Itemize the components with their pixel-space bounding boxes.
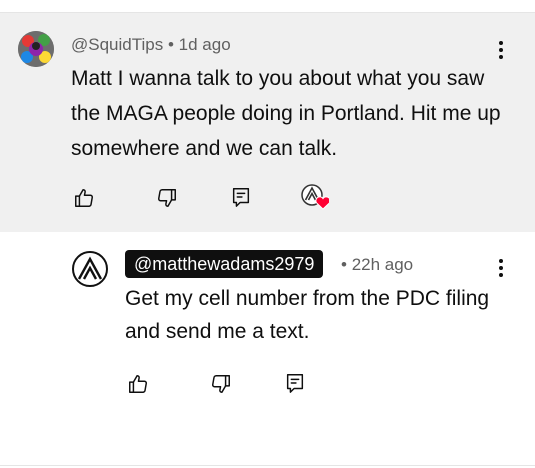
bottom-divider — [0, 465, 535, 466]
comment-author[interactable]: @SquidTips — [71, 35, 163, 54]
like-button[interactable] — [71, 185, 97, 211]
meta-separator: • — [167, 35, 174, 54]
more-options-icon[interactable] — [491, 38, 511, 62]
reply-button[interactable] — [228, 184, 254, 210]
reply-icon — [286, 374, 304, 393]
dislike-button[interactable] — [154, 185, 180, 211]
meta-separator: • — [341, 255, 347, 274]
avatar-image — [18, 31, 54, 67]
creator-heart-icon — [301, 184, 331, 210]
thumbs-up-icon — [75, 189, 93, 207]
reply-meta: • 22h ago — [341, 255, 413, 275]
creator-heart — [301, 184, 331, 210]
creator-author-chip[interactable]: @matthewadams2979 — [125, 250, 324, 278]
thumbs-down-icon — [158, 189, 176, 207]
avatar[interactable] — [18, 31, 54, 67]
reply-text: Get my cell number from the PDC filing a… — [125, 287, 490, 343]
comment-meta: @SquidTips • 1d ago — [71, 35, 231, 55]
reply-like-button[interactable] — [125, 371, 151, 397]
reply-icon — [232, 188, 250, 207]
reply-avatar[interactable] — [72, 251, 108, 287]
reply-dislike-button[interactable] — [208, 371, 234, 397]
channel-logo-icon — [75, 254, 105, 284]
comment-timestamp[interactable]: 1d ago — [179, 35, 231, 54]
thumbs-up-icon — [129, 375, 147, 393]
thumbs-down-icon — [212, 375, 230, 393]
reply-reply-button[interactable] — [282, 370, 308, 396]
comment-text: Matt I wanna talk to you about what you … — [71, 67, 501, 160]
reply-timestamp[interactable]: 22h ago — [352, 255, 413, 274]
reply-more-options-icon[interactable] — [491, 256, 511, 280]
